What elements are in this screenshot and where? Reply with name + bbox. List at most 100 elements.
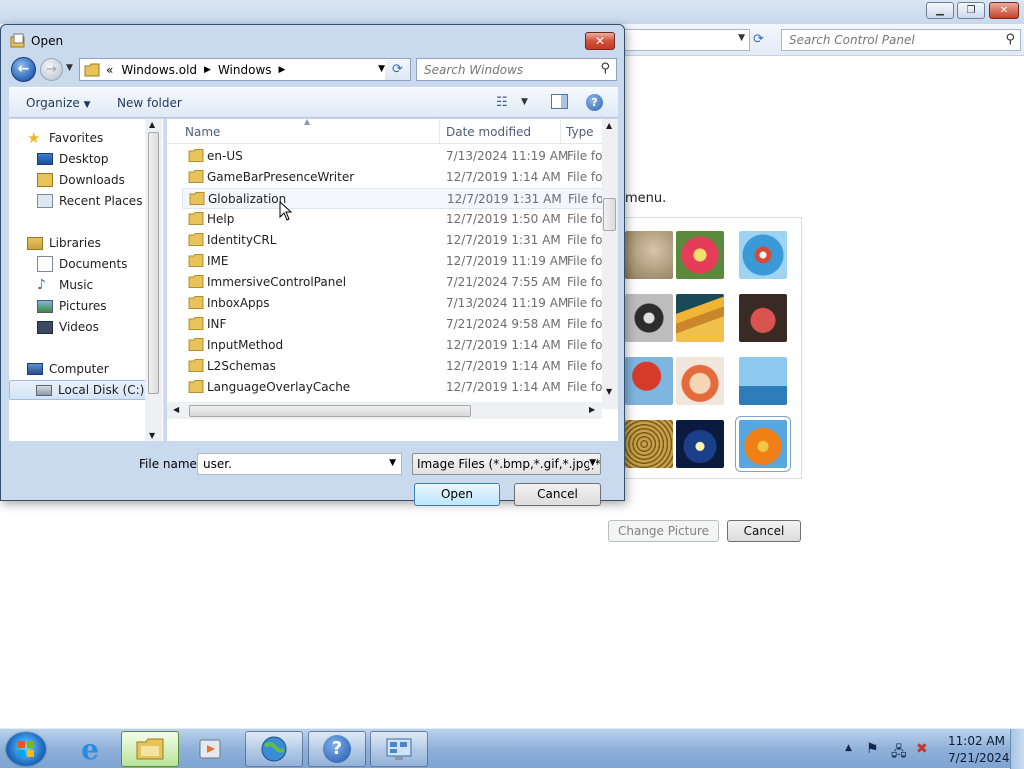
show-hidden-icons-icon[interactable]: ▲ <box>845 743 852 753</box>
show-desktop-button[interactable] <box>1010 729 1024 769</box>
control-panel-address-bar[interactable]: ▼ <box>620 29 750 51</box>
file-row[interactable]: InboxApps 7/13/2024 11:19 AMFile folder <box>182 293 604 314</box>
open-button[interactable]: Open <box>414 483 500 506</box>
taskbar-media-player[interactable] <box>181 731 239 767</box>
chevron-down-icon[interactable]: ▼ <box>589 458 596 468</box>
forward-button[interactable]: → <box>40 58 63 81</box>
navigation-scrollbar-thumb[interactable] <box>148 132 159 394</box>
chevron-down-icon[interactable]: ▼ <box>389 458 396 468</box>
organize-button[interactable]: Organize ▼ <box>26 96 91 110</box>
chevron-down-icon[interactable]: ▼ <box>378 64 385 74</box>
doll-picture[interactable] <box>676 357 724 405</box>
cancel-button[interactable]: Cancel <box>514 483 601 506</box>
file-row[interactable]: GameBarPresenceWriter 12/7/2019 1:14 AM Fi… <box>182 167 604 188</box>
pictures-icon <box>37 299 53 313</box>
column-divider[interactable] <box>560 119 561 143</box>
file-row[interactable]: INF 7/21/2024 9:58 AM File folder <box>182 314 604 335</box>
file-row[interactable]: IdentityCRL 12/7/2019 1:31 AM File folder <box>182 230 604 251</box>
scroll-down-icon[interactable]: ▼ <box>149 431 155 440</box>
taskbar-internet-explorer[interactable]: e <box>61 731 119 767</box>
search-input[interactable]: Search Windows ⚲ <box>416 58 617 81</box>
minimize-button[interactable]: ▁ <box>926 2 954 19</box>
chevron-right-icon[interactable]: ▶ <box>204 65 211 75</box>
nav-item-label: Downloads <box>59 173 125 187</box>
action-center-flag-icon[interactable]: ⚑ <box>866 741 879 757</box>
views-icon[interactable]: ☷ <box>496 95 508 110</box>
clock-time[interactable]: 11:02 AM <box>948 734 1005 748</box>
preview-pane-icon[interactable] <box>551 94 568 109</box>
refresh-icon[interactable]: ⟳ <box>753 32 764 47</box>
flower-picture[interactable] <box>676 231 724 279</box>
start-button[interactable] <box>6 732 46 766</box>
new-folder-button[interactable]: New folder <box>117 96 182 110</box>
close-button[interactable]: ✕ <box>989 2 1019 19</box>
cat-picture[interactable] <box>625 231 673 279</box>
scroll-up-icon[interactable]: ▲ <box>149 120 155 129</box>
file-type-filter-select[interactable]: Image Files (*.bmp,*.gif,*.jpg,*. ▼ <box>412 453 601 475</box>
breadcrumb-windows[interactable]: Windows <box>218 63 272 77</box>
recent-locations-chevron-icon[interactable]: ▼ <box>66 63 73 73</box>
file-type: File folder <box>567 317 604 331</box>
change-picture-button[interactable]: Change Picture <box>608 520 719 542</box>
file-row[interactable]: Help 12/7/2019 1:50 AM File folder <box>182 209 604 230</box>
scroll-up-icon[interactable]: ▲ <box>606 121 612 130</box>
address-bar[interactable]: « Windows.old ▶ Windows ▶ ▼ <box>79 58 391 81</box>
file-name-input[interactable]: user. ▼ <box>197 453 402 475</box>
stairs-picture[interactable] <box>676 294 724 342</box>
control-panel-cancel-button[interactable]: Cancel <box>727 520 801 542</box>
folder-icon <box>188 212 204 225</box>
pinwheel-picture[interactable] <box>739 231 787 279</box>
refresh-button[interactable]: ⟳ <box>385 58 411 81</box>
file-row[interactable]: IME 12/7/2019 11:19 AMFile folder <box>182 251 604 272</box>
maximize-button[interactable]: ❐ <box>957 2 985 19</box>
paper-crane-picture[interactable] <box>739 294 787 342</box>
back-button[interactable]: ← <box>11 57 36 82</box>
file-type: File folder <box>567 212 604 226</box>
taskbar-control-panel[interactable] <box>370 731 428 767</box>
file-date-modified: 12/7/2019 1:14 AM <box>446 380 561 394</box>
folder-icon <box>189 192 205 205</box>
taskbar-network-app[interactable] <box>245 731 303 767</box>
chevron-down-icon[interactable]: ▼ <box>738 33 745 43</box>
nav-item-local-disk[interactable]: Local Disk (C:) <box>9 380 151 400</box>
chevron-down-icon[interactable]: ▼ <box>521 97 528 107</box>
file-row[interactable]: LanguageOverlayCache 12/7/2019 1:14 AM Fil… <box>182 377 604 398</box>
scroll-right-icon[interactable]: ▶ <box>589 405 595 414</box>
file-list-horizontal-scrollbar[interactable]: ◀ ▶ <box>167 402 602 419</box>
taskbar-windows-explorer[interactable] <box>121 731 179 767</box>
clock-date[interactable]: 7/21/2024 <box>948 751 1010 765</box>
orange-flower-picture[interactable] <box>735 416 791 472</box>
file-row[interactable]: InputMethod 12/7/2019 1:14 AM File folder <box>182 335 604 356</box>
breadcrumb-overflow[interactable]: « <box>106 63 113 77</box>
column-header-name[interactable]: Name <box>185 125 220 139</box>
column-header-date-modified[interactable]: Date modified <box>446 125 531 139</box>
file-date-modified: 12/7/2019 1:14 AM <box>446 170 561 184</box>
file-list-vertical-scrollbar[interactable]: ▲ ▼ <box>602 119 618 409</box>
file-row[interactable]: L2Schemas 12/7/2019 1:14 AM File folder <box>182 356 604 377</box>
file-name: GameBarPresenceWriter <box>207 170 355 184</box>
lighthouse-picture[interactable] <box>676 420 724 468</box>
hot-air-balloon-picture[interactable] <box>625 357 673 405</box>
control-panel-search-input[interactable]: Search Control Panel ⚲ <box>781 29 1021 51</box>
taskbar-help[interactable]: ? <box>308 731 366 767</box>
file-row[interactable]: ImmersiveControlPanel 7/21/2024 7:55 AM Fi… <box>182 272 604 293</box>
column-divider[interactable] <box>439 119 440 143</box>
basket-picture[interactable] <box>625 420 673 468</box>
sailboat-picture[interactable] <box>739 357 787 405</box>
horizontal-scrollbar-thumb[interactable] <box>189 405 471 417</box>
scroll-down-icon[interactable]: ▼ <box>606 387 612 396</box>
network-status-icon[interactable]: 🖧 <box>891 741 907 765</box>
close-button[interactable]: ✕ <box>585 32 615 50</box>
volume-muted-icon[interactable]: ✖ <box>916 741 928 757</box>
jacks-picture[interactable] <box>625 294 673 342</box>
search-icon[interactable]: ⚲ <box>600 61 610 76</box>
vertical-scrollbar-thumb[interactable] <box>603 198 616 231</box>
column-header-type[interactable]: Type <box>566 125 594 139</box>
chevron-right-icon[interactable]: ▶ <box>279 65 286 75</box>
breadcrumb-windows-old[interactable]: Windows.old <box>121 63 197 77</box>
help-icon[interactable]: ? <box>586 94 603 111</box>
file-row[interactable]: en-US 7/13/2024 11:19 AMFile folder <box>182 146 604 167</box>
file-row[interactable]: Globalization 12/7/2019 1:31 AM File folde… <box>182 188 605 209</box>
search-icon[interactable]: ⚲ <box>1005 32 1015 47</box>
scroll-left-icon[interactable]: ◀ <box>173 405 179 414</box>
